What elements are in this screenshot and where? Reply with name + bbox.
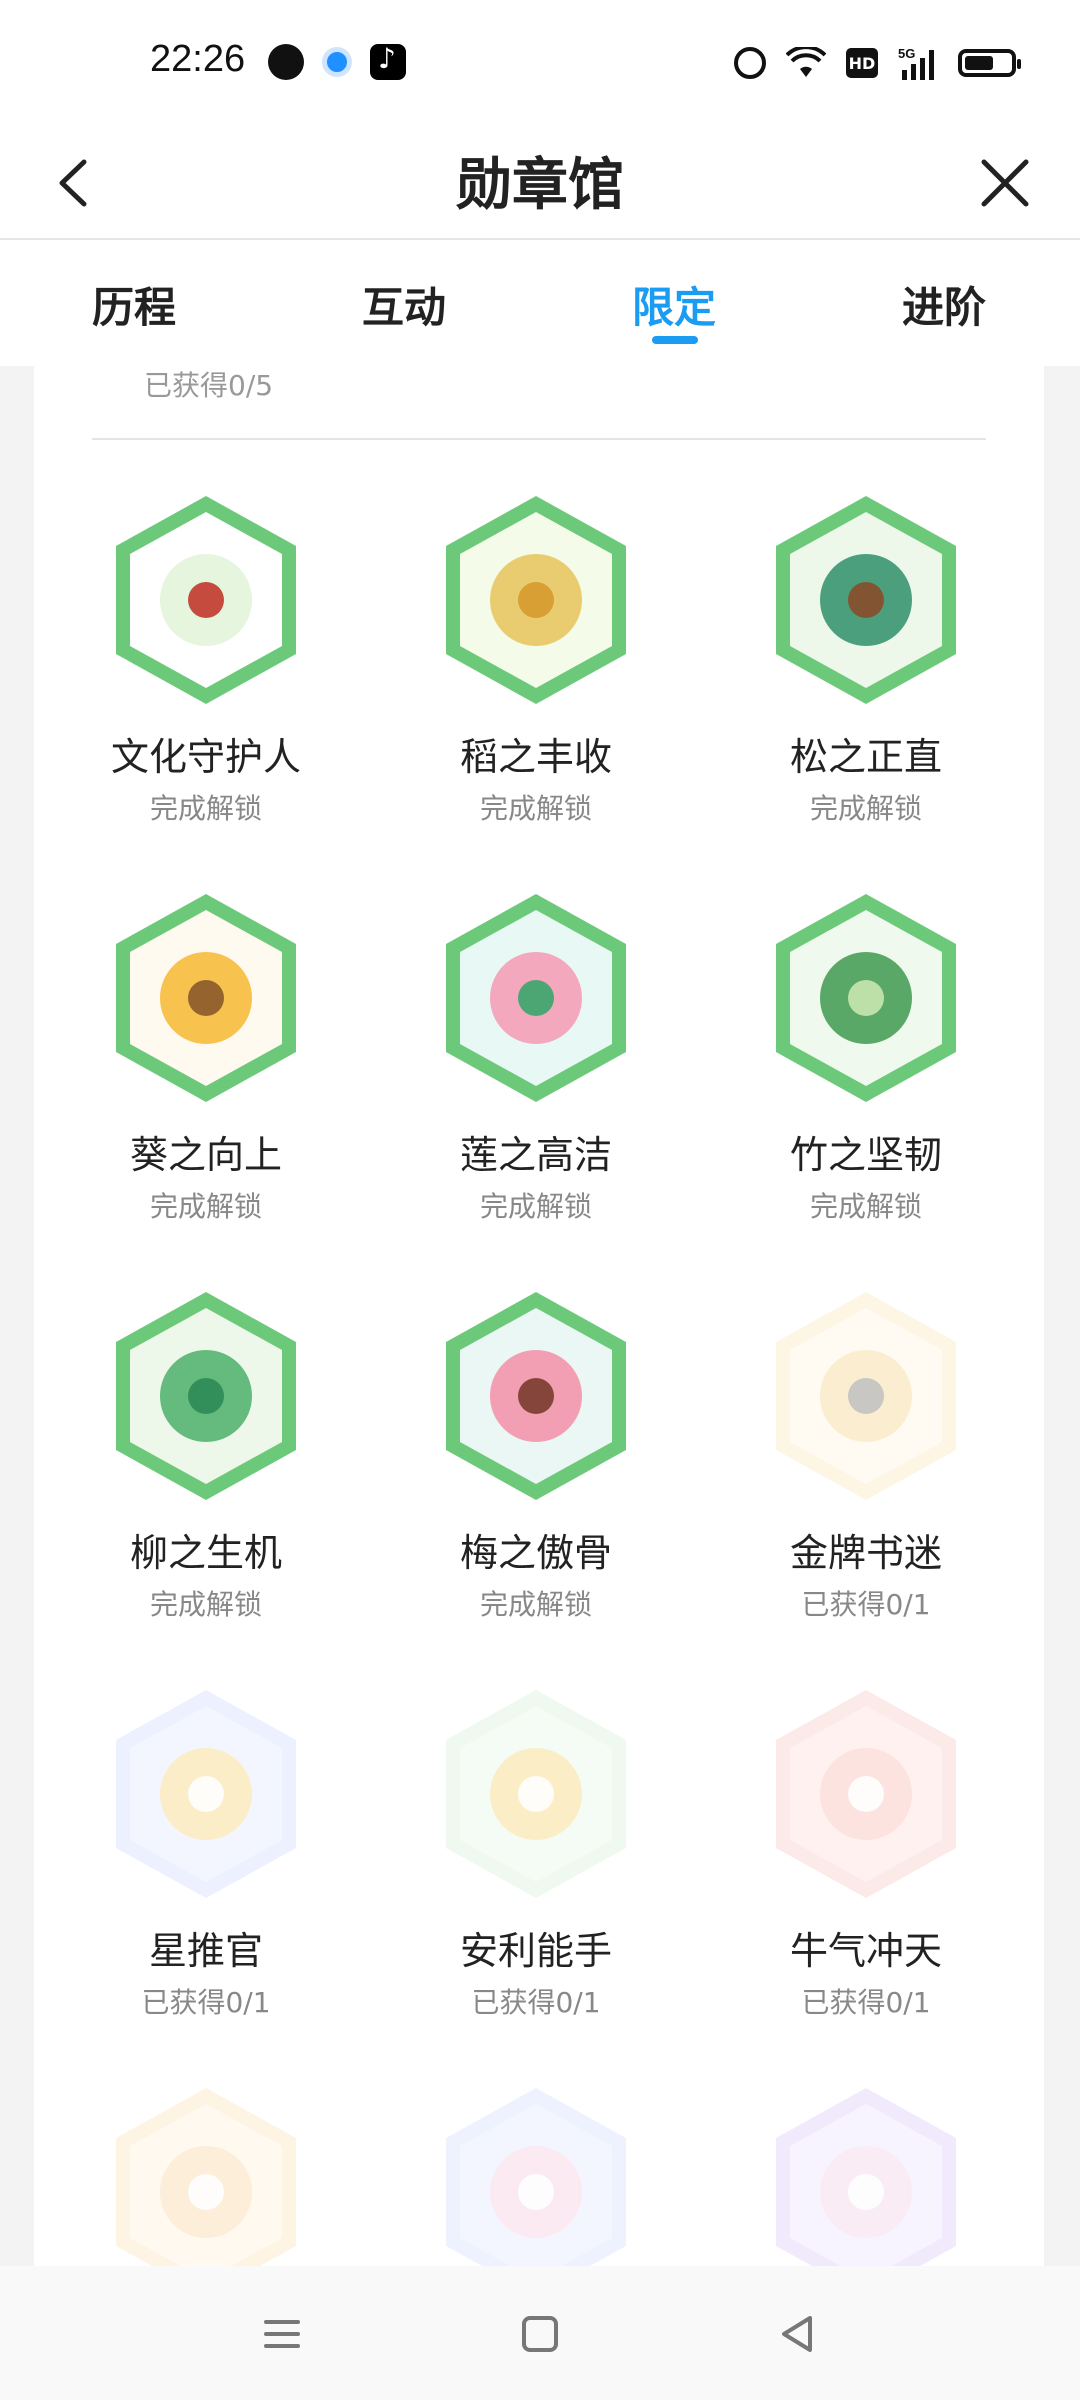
badge-status: 已获得0/1: [801, 1986, 931, 2019]
leaf-icon: [116, 2088, 296, 2266]
hd-icon: HD: [846, 48, 878, 78]
wifi-icon: [786, 46, 826, 80]
badge-status: 完成解锁: [479, 1190, 592, 1223]
lotus-icon: [446, 894, 626, 1102]
badge-item[interactable]: 牛气冲天已获得0/1: [716, 1684, 1016, 2021]
home-button[interactable]: [512, 2306, 568, 2362]
badge-name: 星推官: [148, 1929, 263, 1973]
badge-name: 文化守护人: [110, 735, 301, 779]
badge-item[interactable]: [56, 2082, 356, 2266]
triangle-back-icon: [782, 2316, 812, 2352]
badge-item[interactable]: 文化守护人 完成解锁: [56, 490, 356, 827]
badge-status: 完成解锁: [809, 1190, 922, 1223]
tab-history[interactable]: 历程: [92, 274, 176, 335]
badge-name: 金牌书迷: [789, 1531, 942, 1575]
badge-item[interactable]: 松之正直 完成解锁: [716, 490, 1016, 827]
bamboo-icon: [776, 894, 956, 1102]
system-icons: HD 5G: [734, 46, 1021, 80]
divider: [92, 438, 986, 440]
badge-name: 牛气冲天: [789, 1929, 942, 1973]
tab-limited[interactable]: 限定: [632, 274, 716, 335]
badge-list-card: 已获得0/5 文化守护人 完成解锁 稻之丰收 完成解锁 松之正直 完成解锁 葵之向上 完成解锁…: [34, 366, 1044, 2266]
tab-advanced[interactable]: 进阶: [902, 274, 986, 335]
hashtag-icon: [446, 1690, 626, 1898]
badge-item[interactable]: 梅之傲骨 完成解锁: [386, 1286, 686, 1623]
notification-icons: [268, 42, 406, 80]
badge-status: 完成解锁: [149, 792, 262, 825]
badge-status: 完成解锁: [479, 792, 592, 825]
cloud-icon: [446, 2088, 626, 2266]
status-time: 22:26: [150, 38, 246, 80]
home-square-icon: [522, 2316, 558, 2352]
rice-harvest-icon: [446, 496, 626, 704]
tab-interaction[interactable]: 互动: [362, 274, 446, 335]
section-progress: 已获得0/5: [144, 369, 274, 402]
back-nav-button[interactable]: [770, 2306, 826, 2362]
badge-status: 完成解锁: [149, 1190, 262, 1223]
badge-status: 已获得0/1: [801, 1588, 931, 1621]
header: 勋章馆: [0, 130, 1080, 240]
book-reader-icon: [776, 1292, 956, 1500]
app-notification-icon: [322, 47, 352, 77]
ox-icon: [776, 1690, 956, 1898]
badge-status: 完成解锁: [149, 1588, 262, 1621]
pine-tree-icon: [776, 496, 956, 704]
badge-name: 竹之坚韧: [789, 1133, 942, 1177]
badge-item[interactable]: 柳之生机 完成解锁: [56, 1286, 356, 1623]
badge-item[interactable]: [386, 2082, 686, 2266]
badge-name: 莲之高洁: [459, 1133, 612, 1177]
badge-item[interactable]: 安利能手已获得0/1: [386, 1684, 686, 2021]
signal-icon: 5G: [898, 46, 938, 80]
badge-name: 安利能手: [459, 1929, 612, 1973]
active-tab-indicator: [652, 336, 698, 344]
menu-icon: [264, 2320, 300, 2348]
system-nav-bar: [0, 2266, 1080, 2400]
status-bar: 22:26 HD 5G: [0, 0, 1080, 130]
badge-item[interactable]: 金牌书迷已获得0/1: [716, 1286, 1016, 1623]
badge-name: 稻之丰收: [459, 735, 612, 779]
badge-name: 葵之向上: [129, 1133, 282, 1177]
tiktok-icon: [370, 42, 406, 80]
badge-status: 已获得0/1: [141, 1986, 271, 2019]
battery-icon: [958, 49, 1021, 77]
wechat-icon: [268, 44, 304, 80]
svg-text:5G: 5G: [898, 46, 915, 61]
badge-name: 梅之傲骨: [459, 1531, 612, 1575]
badge-status: 完成解锁: [809, 792, 922, 825]
badge-status: 完成解锁: [479, 1588, 592, 1621]
alarm-icon: [734, 47, 766, 79]
close-icon: [981, 159, 1029, 207]
willow-icon: [116, 1292, 296, 1500]
badge-item[interactable]: 莲之高洁 完成解锁: [386, 888, 686, 1225]
badge-item[interactable]: 星推官已获得0/1: [56, 1684, 356, 2021]
badge-status: 已获得0/1: [471, 1986, 601, 2019]
close-button[interactable]: [970, 148, 1040, 218]
star-icon: [116, 1690, 296, 1898]
sunflower-icon: [116, 894, 296, 1102]
tab-bar: 历程 互动 限定 进阶: [0, 240, 1080, 366]
badge-name: 松之正直: [789, 735, 942, 779]
badge-name: 柳之生机: [129, 1531, 282, 1575]
badge-item[interactable]: [716, 2082, 1016, 2266]
flower-icon: [776, 2088, 956, 2266]
badge-item[interactable]: 稻之丰收 完成解锁: [386, 490, 686, 827]
village-house-icon: [116, 496, 296, 704]
badge-item[interactable]: 竹之坚韧 完成解锁: [716, 888, 1016, 1225]
page-title: 勋章馆: [456, 152, 624, 218]
menu-button[interactable]: [254, 2306, 310, 2362]
badge-item[interactable]: 葵之向上 完成解锁: [56, 888, 356, 1225]
plum-blossom-icon: [446, 1292, 626, 1500]
